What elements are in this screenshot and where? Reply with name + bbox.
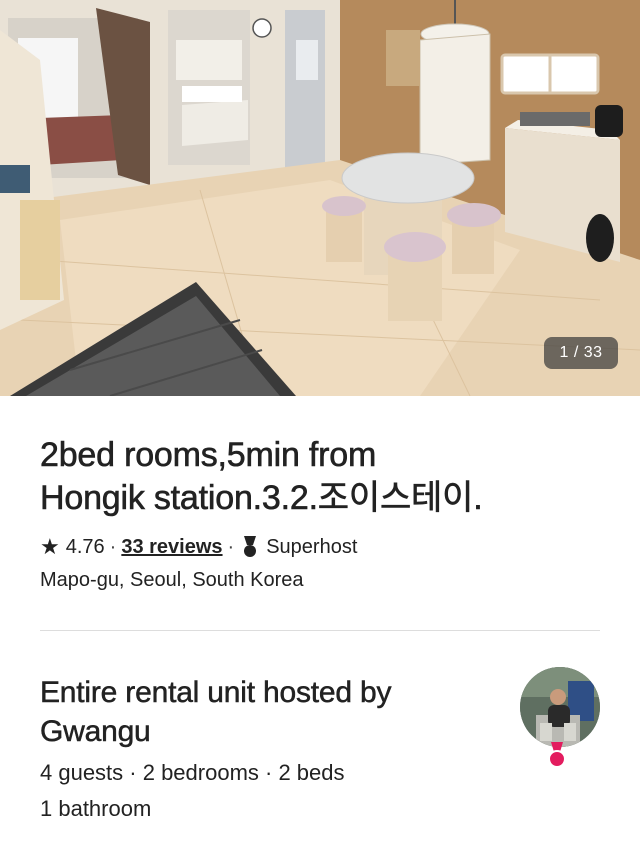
listing-title: 2bed rooms,5min from Hongik station.3.2.…	[40, 434, 600, 520]
star-icon: ★	[40, 534, 60, 559]
listing-title-line2: Hongik station.3.2.조이스테이.	[40, 479, 483, 518]
capacity-summary: 4 guests · 2 bedrooms · 2 beds	[40, 760, 345, 785]
host-details: 4 guests · 2 bedrooms · 2 beds 1 bathroo…	[40, 755, 600, 827]
photo-counter: 1 / 33	[544, 337, 618, 369]
listing-title-line1: 2bed rooms,5min from	[40, 436, 377, 475]
host-avatar-image	[520, 667, 600, 747]
section-divider	[40, 630, 600, 631]
superhost-label: Superhost	[266, 536, 358, 558]
reviews-link[interactable]: 33 reviews	[121, 533, 222, 561]
listing-meta: ★ 4.76 · 33 reviews · Superhost	[40, 533, 600, 561]
superhost-medal-icon	[244, 536, 257, 557]
bathroom-summary: 1 bathroom	[40, 796, 152, 821]
rating-value: 4.76	[65, 536, 105, 558]
meta-separator: ·	[227, 536, 235, 558]
host-title: Entire rental unit hosted by Gwangu	[40, 673, 480, 751]
host-avatar[interactable]	[520, 667, 600, 747]
apartment-photo-illustration	[0, 0, 640, 396]
listing-photo[interactable]: 1 / 33	[0, 0, 640, 396]
host-section: Entire rental unit hosted by Gwangu 4 gu…	[40, 667, 600, 827]
listing-location[interactable]: Mapo-gu, Seoul, South Korea	[40, 566, 600, 594]
host-name: Gwangu	[40, 715, 151, 749]
meta-separator: ·	[109, 536, 117, 558]
superhost-badge-icon	[548, 742, 566, 768]
listing-content: 2bed rooms,5min from Hongik station.3.2.…	[40, 396, 600, 827]
host-title-line1: Entire rental unit hosted by	[40, 676, 392, 710]
